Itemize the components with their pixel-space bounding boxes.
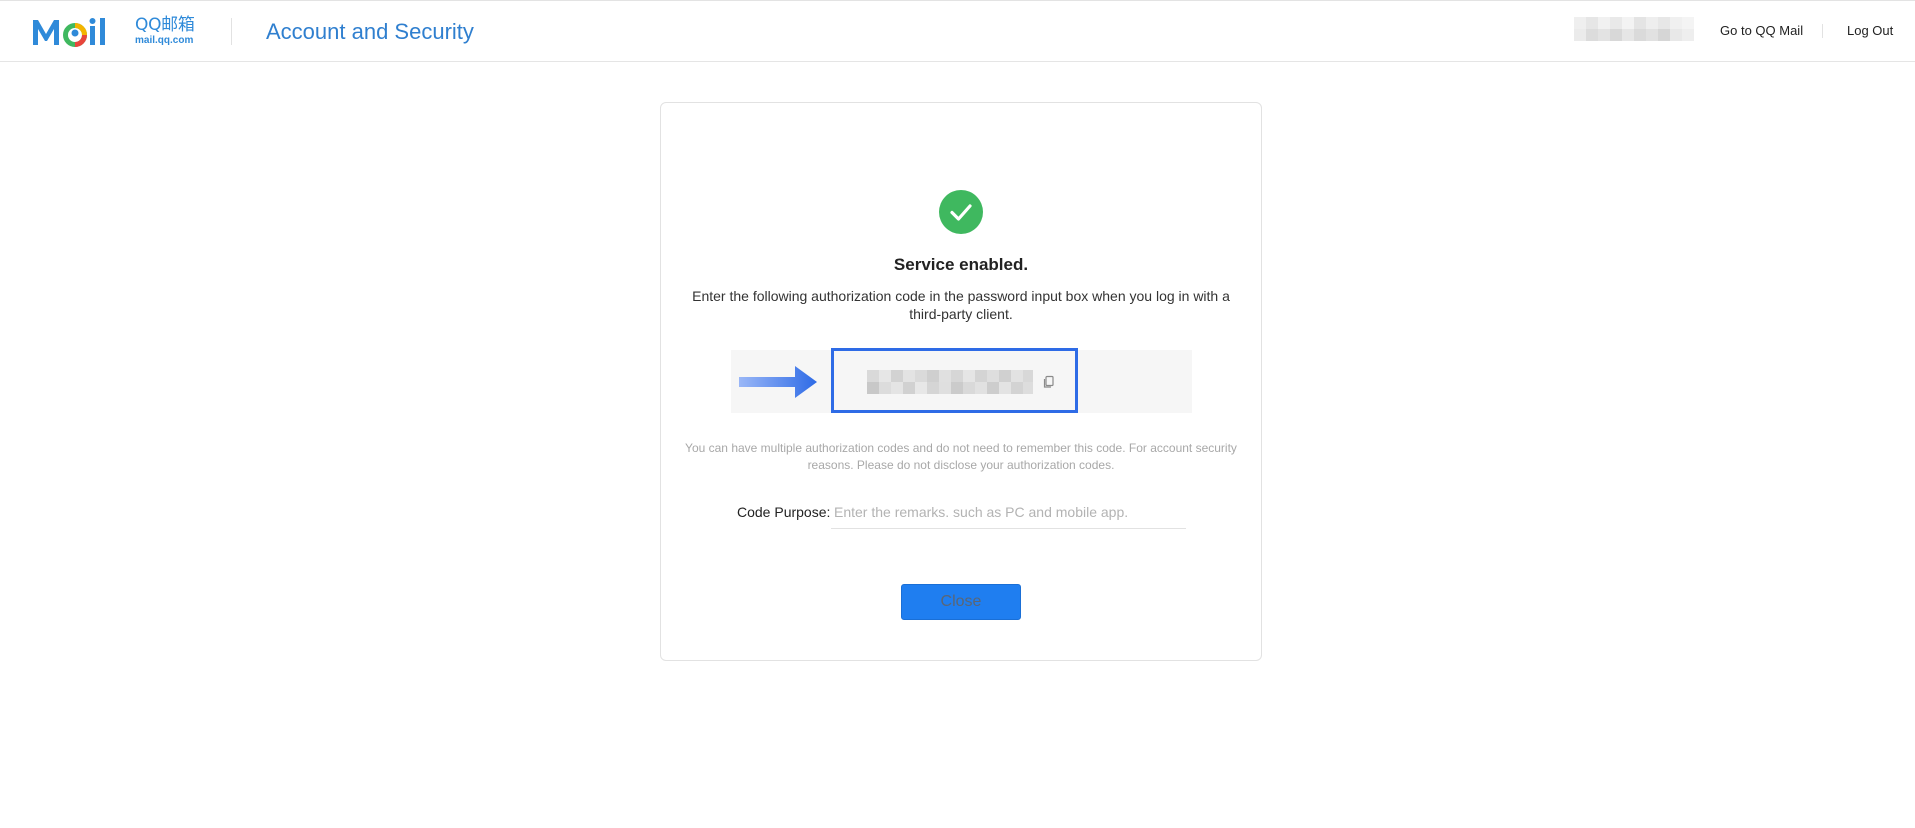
logo-cn-text: QQ邮箱 [135, 14, 195, 35]
logo-url-text: mail.qq.com [135, 34, 194, 46]
header-divider [231, 18, 232, 45]
security-note: You can have multiple authorization code… [685, 441, 1237, 472]
close-button[interactable]: Close [901, 584, 1021, 620]
logo-text: QQ邮箱 mail.qq.com [135, 14, 195, 47]
top-header: QQ邮箱 mail.qq.com Account and Security Go… [0, 0, 1915, 62]
qq-mail-logo[interactable]: QQ邮箱 mail.qq.com [31, 14, 195, 48]
log-out-link[interactable]: Log Out [1847, 23, 1893, 38]
go-to-qq-mail-link[interactable]: Go to QQ Mail [1720, 23, 1803, 38]
authorization-code-box[interactable] [831, 348, 1078, 413]
arrow-right-icon [739, 362, 819, 407]
authorization-code-card: Service enabled. Enter the following aut… [660, 102, 1262, 661]
instructions-text: Enter the following authorization code i… [692, 288, 1230, 322]
header-link-separator [1822, 24, 1823, 38]
authorization-code-blurred [867, 370, 1033, 394]
check-circle-icon [939, 190, 983, 234]
page-title: Account and Security [266, 19, 474, 44]
status-title: Service enabled. [893, 255, 1029, 274]
user-account-blurred [1574, 17, 1705, 41]
code-purpose-input[interactable] [831, 496, 1186, 529]
mail-logo-mark [31, 14, 131, 48]
copy-icon[interactable] [1041, 374, 1057, 390]
code-purpose-label: Code Purpose: [737, 504, 831, 520]
